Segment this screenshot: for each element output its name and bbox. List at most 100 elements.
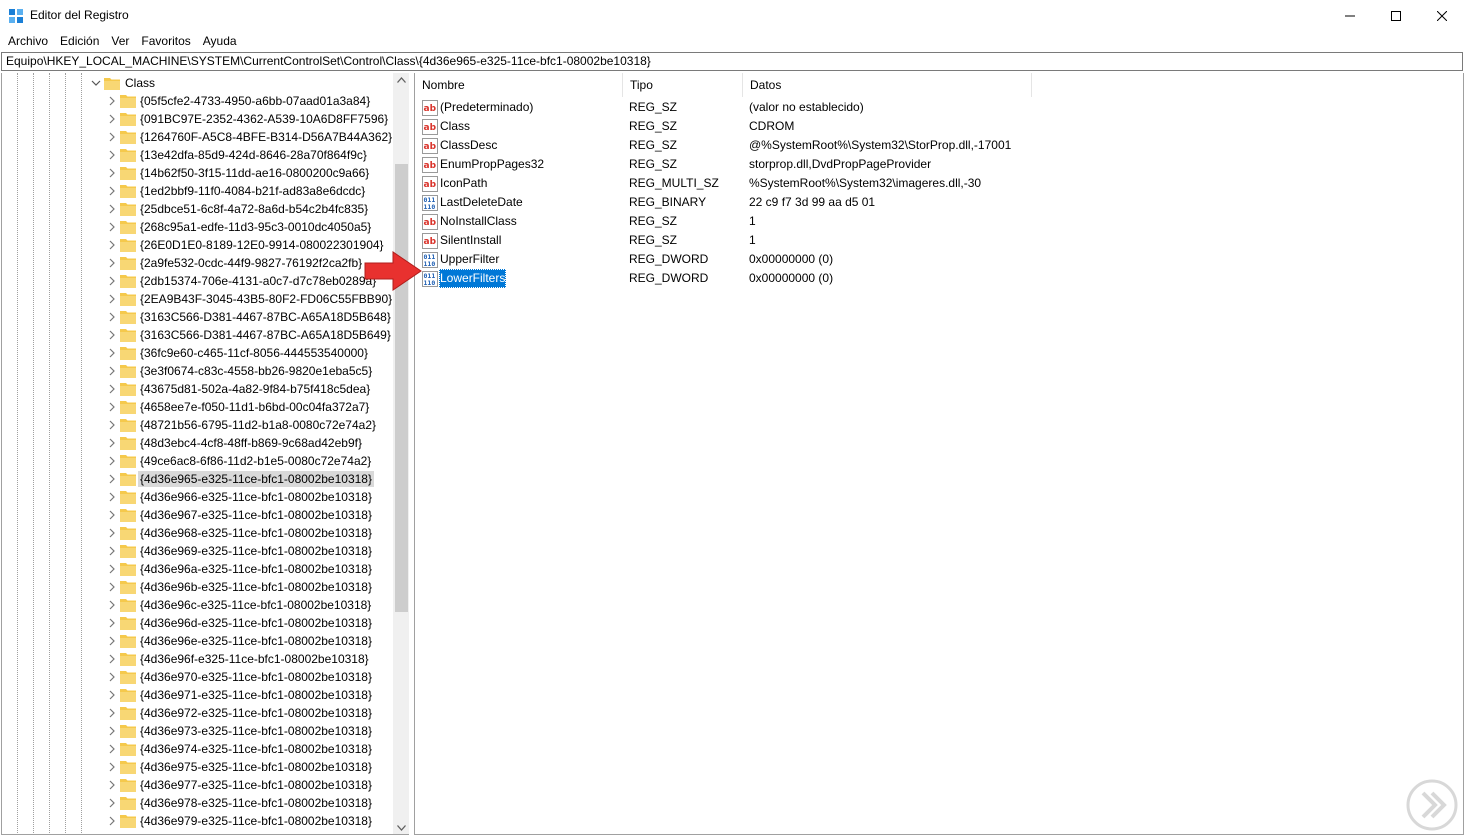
chevron-right-icon[interactable] bbox=[106, 635, 118, 647]
chevron-right-icon[interactable] bbox=[106, 275, 118, 287]
tree-item[interactable]: {48721b56-6795-11d2-b1a8-0080c72e74a2} bbox=[2, 416, 394, 434]
chevron-right-icon[interactable] bbox=[106, 527, 118, 539]
chevron-right-icon[interactable] bbox=[106, 491, 118, 503]
chevron-right-icon[interactable] bbox=[106, 185, 118, 197]
tree-item[interactable]: {4658ee7e-f050-11d1-b6bd-00c04fa372a7} bbox=[2, 398, 394, 416]
scroll-down-icon[interactable] bbox=[397, 825, 406, 831]
chevron-right-icon[interactable] bbox=[106, 401, 118, 413]
chevron-right-icon[interactable] bbox=[106, 365, 118, 377]
tree-item[interactable]: {4d36e979-e325-11ce-bfc1-08002be10318} bbox=[2, 812, 394, 830]
chevron-right-icon[interactable] bbox=[106, 707, 118, 719]
tree-item[interactable]: {4d36e974-e325-11ce-bfc1-08002be10318} bbox=[2, 740, 394, 758]
tree-item[interactable]: {4d36e978-e325-11ce-bfc1-08002be10318} bbox=[2, 794, 394, 812]
tree-item[interactable]: {4d36e971-e325-11ce-bfc1-08002be10318} bbox=[2, 686, 394, 704]
column-header-nombre[interactable]: Nombre bbox=[415, 73, 623, 97]
menu-favoritos[interactable]: Favoritos bbox=[135, 31, 196, 51]
tree-item[interactable]: {4d36e967-e325-11ce-bfc1-08002be10318} bbox=[2, 506, 394, 524]
chevron-right-icon[interactable] bbox=[106, 671, 118, 683]
tree-item[interactable]: {1ed2bbf9-11f0-4084-b21f-ad83a8e6dcdc} bbox=[2, 182, 394, 200]
chevron-right-icon[interactable] bbox=[106, 347, 118, 359]
minimize-button[interactable] bbox=[1327, 0, 1373, 31]
chevron-right-icon[interactable] bbox=[106, 617, 118, 629]
tree-item[interactable]: {4d36e977-e325-11ce-bfc1-08002be10318} bbox=[2, 776, 394, 794]
tree-item[interactable]: {3163C566-D381-4467-87BC-A65A18D5B648} bbox=[2, 308, 394, 326]
value-row[interactable]: ab IconPath REG_MULTI_SZ %SystemRoot%\Syste… bbox=[415, 174, 1463, 193]
chevron-right-icon[interactable] bbox=[106, 329, 118, 341]
chevron-right-icon[interactable] bbox=[106, 725, 118, 737]
close-button[interactable] bbox=[1419, 0, 1465, 31]
tree-item[interactable]: {43675d81-502a-4a82-9f84-b75f418c5dea} bbox=[2, 380, 394, 398]
chevron-right-icon[interactable] bbox=[106, 149, 118, 161]
tree-item[interactable]: {48d3ebc4-4cf8-48ff-b869-9c68ad42eb9f} bbox=[2, 434, 394, 452]
tree-item[interactable]: {091BC97E-2352-4362-A539-10A6D8FF7596} bbox=[2, 110, 394, 128]
chevron-right-icon[interactable] bbox=[106, 455, 118, 467]
maximize-button[interactable] bbox=[1373, 0, 1419, 31]
value-row[interactable]: ab SilentInstall REG_SZ 1 bbox=[415, 231, 1463, 250]
tree-item[interactable]: {2EA9B43F-3045-43B5-80F2-FD06C55FBB90} bbox=[2, 290, 394, 308]
tree-item[interactable]: {1264760F-A5C8-4BFE-B314-D56A7B44A362} bbox=[2, 128, 394, 146]
chevron-right-icon[interactable] bbox=[106, 509, 118, 521]
chevron-right-icon[interactable] bbox=[106, 293, 118, 305]
tree-item[interactable]: {4d36e96c-e325-11ce-bfc1-08002be10318} bbox=[2, 596, 394, 614]
chevron-right-icon[interactable] bbox=[106, 815, 118, 827]
chevron-right-icon[interactable] bbox=[106, 257, 118, 269]
chevron-right-icon[interactable] bbox=[106, 95, 118, 107]
value-row[interactable]: ab ClassDesc REG_SZ @%SystemRoot%\System32\… bbox=[415, 136, 1463, 155]
chevron-right-icon[interactable] bbox=[106, 167, 118, 179]
value-row[interactable]: 011 110 LastDeleteDate REG_BINARY 22 c9 f7 3… bbox=[415, 193, 1463, 212]
tree-item[interactable]: {4d36e969-e325-11ce-bfc1-08002be10318} bbox=[2, 542, 394, 560]
tree-item-class[interactable]: Class bbox=[2, 74, 394, 92]
tree-item[interactable]: {268c95a1-edfe-11d3-95c3-0010dc4050a5} bbox=[2, 218, 394, 236]
menu-edicion[interactable]: Edición bbox=[54, 31, 105, 51]
chevron-right-icon[interactable] bbox=[106, 437, 118, 449]
chevron-right-icon[interactable] bbox=[106, 599, 118, 611]
chevron-right-icon[interactable] bbox=[106, 419, 118, 431]
value-row[interactable]: ab (Predeterminado) REG_SZ (valor no establ… bbox=[415, 98, 1463, 117]
tree-item[interactable]: {4d36e96d-e325-11ce-bfc1-08002be10318} bbox=[2, 614, 394, 632]
tree-item[interactable]: {4d36e973-e325-11ce-bfc1-08002be10318} bbox=[2, 722, 394, 740]
values-list[interactable]: Nombre Tipo Datos ab (Predeterminado) REG_… bbox=[414, 73, 1464, 835]
value-row[interactable]: ab EnumPropPages32 REG_SZ storprop.dll,DvdP… bbox=[415, 155, 1463, 174]
chevron-right-icon[interactable] bbox=[106, 473, 118, 485]
tree-item[interactable]: {4d36e96a-e325-11ce-bfc1-08002be10318} bbox=[2, 560, 394, 578]
chevron-right-icon[interactable] bbox=[106, 653, 118, 665]
tree-item[interactable]: {4d36e965-e325-11ce-bfc1-08002be10318} bbox=[2, 470, 394, 488]
chevron-right-icon[interactable] bbox=[106, 761, 118, 773]
chevron-right-icon[interactable] bbox=[106, 689, 118, 701]
chevron-right-icon[interactable] bbox=[106, 797, 118, 809]
chevron-right-icon[interactable] bbox=[106, 779, 118, 791]
tree-item[interactable]: {2db15374-706e-4131-a0c7-d7c78eb0289a} bbox=[2, 272, 394, 290]
menu-ver[interactable]: Ver bbox=[105, 31, 135, 51]
value-row[interactable]: 011 110 UpperFilter REG_DWORD 0x00000000 (0) bbox=[415, 250, 1463, 269]
chevron-right-icon[interactable] bbox=[106, 239, 118, 251]
tree-item[interactable]: {13e42dfa-85d9-424d-8646-28a70f864f9c} bbox=[2, 146, 394, 164]
tree-item[interactable]: {4d36e96f-e325-11ce-bfc1-08002be10318} bbox=[2, 650, 394, 668]
tree-item[interactable]: {4d36e96e-e325-11ce-bfc1-08002be10318} bbox=[2, 632, 394, 650]
column-header-tipo[interactable]: Tipo bbox=[623, 73, 743, 97]
tree-item[interactable]: {4d36e970-e325-11ce-bfc1-08002be10318} bbox=[2, 668, 394, 686]
value-row[interactable]: ab NoInstallClass REG_SZ 1 bbox=[415, 212, 1463, 231]
value-row[interactable]: ab Class REG_SZ CDROM bbox=[415, 117, 1463, 136]
tree-item[interactable]: {05f5cfe2-4733-4950-a6bb-07aad01a3a84} bbox=[2, 92, 394, 110]
key-tree[interactable]: Class {05f5cfe2-4733-4950-a6bb-07aad01a3… bbox=[1, 73, 409, 835]
chevron-right-icon[interactable] bbox=[106, 563, 118, 575]
tree-item[interactable]: {4d36e96b-e325-11ce-bfc1-08002be10318} bbox=[2, 578, 394, 596]
tree-item[interactable]: {26E0D1E0-8189-12E0-9914-080022301904} bbox=[2, 236, 394, 254]
tree-item[interactable]: {14b62f50-3f15-11dd-ae16-0800200c9a66} bbox=[2, 164, 394, 182]
chevron-right-icon[interactable] bbox=[106, 311, 118, 323]
menu-archivo[interactable]: Archivo bbox=[2, 31, 54, 51]
chevron-right-icon[interactable] bbox=[106, 581, 118, 593]
tree-item[interactable]: {49ce6ac8-6f86-11d2-b1e5-0080c72e74a2} bbox=[2, 452, 394, 470]
column-header-datos[interactable]: Datos bbox=[743, 73, 1032, 97]
value-row[interactable]: 011 110 LowerFilters REG_DWORD 0x00000000 (0… bbox=[415, 269, 1463, 288]
chevron-down-icon[interactable] bbox=[90, 77, 102, 89]
chevron-right-icon[interactable] bbox=[106, 545, 118, 557]
chevron-right-icon[interactable] bbox=[106, 113, 118, 125]
tree-item[interactable]: {3e3f0674-c83c-4558-bb26-9820e1eba5c5} bbox=[2, 362, 394, 380]
chevron-right-icon[interactable] bbox=[106, 131, 118, 143]
scroll-up-icon[interactable] bbox=[397, 77, 406, 83]
chevron-right-icon[interactable] bbox=[106, 221, 118, 233]
tree-item[interactable]: {4d36e972-e325-11ce-bfc1-08002be10318} bbox=[2, 704, 394, 722]
chevron-right-icon[interactable] bbox=[106, 383, 118, 395]
tree-item[interactable]: {36fc9e60-c465-11cf-8056-444553540000} bbox=[2, 344, 394, 362]
